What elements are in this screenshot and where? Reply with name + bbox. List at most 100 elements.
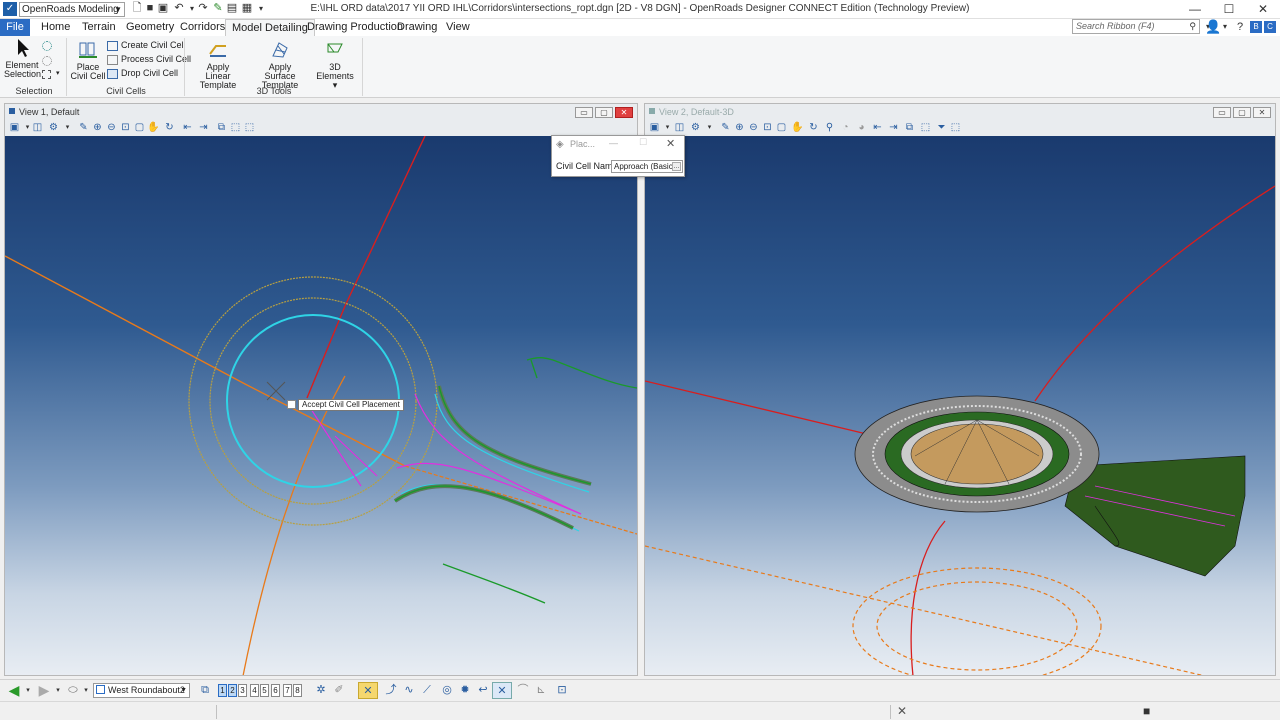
- pin-icon[interactable]: ✎: [212, 2, 224, 15]
- view-toggle-4[interactable]: 4: [250, 684, 259, 697]
- snap-mode-icon[interactable]: ⊡: [553, 682, 571, 699]
- settings-dropdown-icon[interactable]: ▾: [61, 121, 74, 134]
- circle-select-icon[interactable]: [42, 56, 52, 66]
- view-2-minimize-button[interactable]: ▭: [1213, 107, 1231, 118]
- window-area-icon[interactable]: ⊡: [761, 121, 774, 134]
- view-toggle-7[interactable]: 7: [283, 684, 292, 697]
- fit-view-icon[interactable]: ▢: [775, 121, 788, 134]
- process-civil-cell-button[interactable]: Process Civil Cell: [107, 53, 191, 66]
- maximize-button[interactable]: ☐: [1212, 0, 1246, 19]
- view-toggle-3[interactable]: 3: [238, 684, 247, 697]
- view-2-canvas[interactable]: [645, 136, 1275, 675]
- model-icon-dropdown[interactable]: ▾: [82, 682, 90, 699]
- select-all-icon[interactable]: [42, 41, 52, 51]
- view-settings-icon[interactable]: ⚙: [689, 121, 702, 134]
- view-2-maximize-button[interactable]: ▢: [1233, 107, 1251, 118]
- dialog-close-button[interactable]: ✕: [666, 137, 675, 150]
- update-view-icon[interactable]: ✎: [719, 121, 732, 134]
- clip-volume-icon[interactable]: ⬚: [919, 121, 932, 134]
- zoom-in-icon[interactable]: ⊕: [91, 121, 104, 134]
- fit-view-icon[interactable]: ▢: [133, 121, 146, 134]
- views-icon[interactable]: ⧉: [197, 682, 213, 699]
- tab-home[interactable]: Home: [35, 19, 76, 36]
- view-1-close-button[interactable]: ✕: [615, 107, 633, 118]
- bentley-b-icon[interactable]: B: [1250, 21, 1262, 33]
- window-area-icon[interactable]: ⊡: [119, 121, 132, 134]
- tab-view[interactable]: View: [440, 19, 476, 36]
- forward-dropdown-icon[interactable]: ▾: [54, 682, 62, 699]
- user-dropdown-icon[interactable]: ▾: [1221, 19, 1229, 35]
- minimize-button[interactable]: —: [1178, 0, 1212, 19]
- update-view-icon[interactable]: ✎: [77, 121, 90, 134]
- save-status-icon[interactable]: ■: [1143, 704, 1150, 718]
- view-2-window[interactable]: View 2, Default-3D ▭ ▢ ✕ ▣ ▾ ◫ ⚙ ▾ ✎ ⊕ ⊖ ⊡…: [644, 103, 1276, 676]
- civil-cell-name-field[interactable]: Approach (Basic) …: [611, 160, 683, 173]
- back-dropdown-icon[interactable]: ▾: [24, 682, 32, 699]
- dialog-minimize-button[interactable]: —: [609, 138, 618, 148]
- apply-surface-template-button[interactable]: Apply Surface Template: [249, 40, 311, 90]
- view-attributes-icon[interactable]: ▣: [8, 121, 21, 134]
- clip-mask-icon[interactable]: ⬚: [949, 121, 962, 134]
- close-button[interactable]: ✕: [1246, 0, 1280, 19]
- center-snap-icon[interactable]: ◎: [438, 682, 456, 699]
- block-select-icon[interactable]: [42, 70, 51, 79]
- search-ribbon-input[interactable]: Search Ribbon (F4) ⚲: [1072, 19, 1200, 34]
- midpoint-snap-icon[interactable]: ⟋: [418, 682, 436, 699]
- browse-icon[interactable]: …: [672, 162, 681, 171]
- tangent-snap-icon[interactable]: ⌒: [514, 682, 532, 699]
- copy-view-icon[interactable]: ⧉: [903, 121, 916, 134]
- intersection-snap-icon[interactable]: ✕: [358, 682, 378, 699]
- copy-view-icon[interactable]: ⧉: [215, 121, 228, 134]
- view-next-icon[interactable]: ⇥: [197, 121, 210, 134]
- clip-mask-icon[interactable]: ⬚: [243, 121, 256, 134]
- camera-icon[interactable]: ◕: [855, 121, 868, 134]
- display-style-icon[interactable]: ◫: [31, 121, 44, 134]
- view-settings-icon[interactable]: ⚙: [47, 121, 60, 134]
- display-style-icon[interactable]: ◫: [673, 121, 686, 134]
- app-icon[interactable]: ✓: [3, 2, 17, 16]
- nearest-snap-icon[interactable]: ∿: [400, 682, 418, 699]
- view-attributes-icon[interactable]: ▣: [648, 121, 661, 134]
- view-toggle-6[interactable]: 6: [271, 684, 280, 697]
- tab-corridors[interactable]: Corridors: [174, 19, 231, 36]
- apply-linear-template-button[interactable]: Apply Linear Template: [188, 40, 248, 90]
- view-toggle-1[interactable]: 1: [218, 684, 227, 697]
- qat-customize-icon[interactable]: ▾: [255, 2, 267, 15]
- pan-view-icon[interactable]: ✋: [791, 121, 804, 134]
- user-icon[interactable]: 👤: [1205, 19, 1221, 35]
- fly-icon[interactable]: ◔: [839, 121, 852, 134]
- accudraw-icon[interactable]: ✐: [331, 682, 347, 699]
- rotate-view-icon[interactable]: ↻: [807, 121, 820, 134]
- element-selection-button[interactable]: Element Selection: [4, 38, 41, 79]
- dialog-maximize-button[interactable]: ☐: [639, 137, 647, 148]
- 3d-elements-button[interactable]: 3D Elements ▾: [314, 40, 356, 90]
- bentley-connect-icon[interactable]: C: [1264, 21, 1276, 33]
- save-icon[interactable]: ■: [144, 2, 156, 15]
- view-previous-icon[interactable]: ⇤: [181, 121, 194, 134]
- select-dropdown-icon[interactable]: ▾: [56, 69, 60, 77]
- forward-arrow-icon[interactable]: ▶: [36, 682, 52, 699]
- redo-icon[interactable]: ↷: [197, 2, 209, 15]
- settings-dropdown-icon[interactable]: ▾: [703, 121, 716, 134]
- undo-icon[interactable]: ↶: [173, 2, 185, 15]
- view-2-close-button[interactable]: ✕: [1253, 107, 1271, 118]
- clip-volume-icon[interactable]: ⬚: [229, 121, 242, 134]
- pan-view-icon[interactable]: ✋: [147, 121, 160, 134]
- zoom-out-icon[interactable]: ⊖: [747, 121, 760, 134]
- save-settings-icon[interactable]: ▣: [157, 2, 169, 15]
- view-1-window[interactable]: View 1, Default ▭ ▢ ✕ ▣ ▾ ◫ ⚙ ▾ ✎ ⊕ ⊖ ⊡ ▢ …: [4, 103, 638, 676]
- perpendicular-snap-icon[interactable]: ⊾: [532, 682, 550, 699]
- walk-icon[interactable]: ⚲: [823, 121, 836, 134]
- view-toggle-5[interactable]: 5: [260, 684, 269, 697]
- view-filter-icon[interactable]: ⏷: [935, 121, 948, 134]
- model-select[interactable]: West Roundabout2 ▼: [93, 683, 190, 698]
- view-next-icon[interactable]: ⇥: [887, 121, 900, 134]
- tab-geometry[interactable]: Geometry: [120, 19, 180, 36]
- keypoint-snap-icon[interactable]: ⤴: [382, 682, 400, 699]
- properties-icon[interactable]: ▦: [241, 2, 253, 15]
- drop-civil-cell-button[interactable]: Drop Civil Cell: [107, 67, 178, 80]
- view-toggle-2[interactable]: 2: [228, 684, 237, 697]
- new-file-icon[interactable]: 🗋: [131, 2, 143, 15]
- view-1-minimize-button[interactable]: ▭: [575, 107, 593, 118]
- help-icon[interactable]: ?: [1233, 19, 1247, 35]
